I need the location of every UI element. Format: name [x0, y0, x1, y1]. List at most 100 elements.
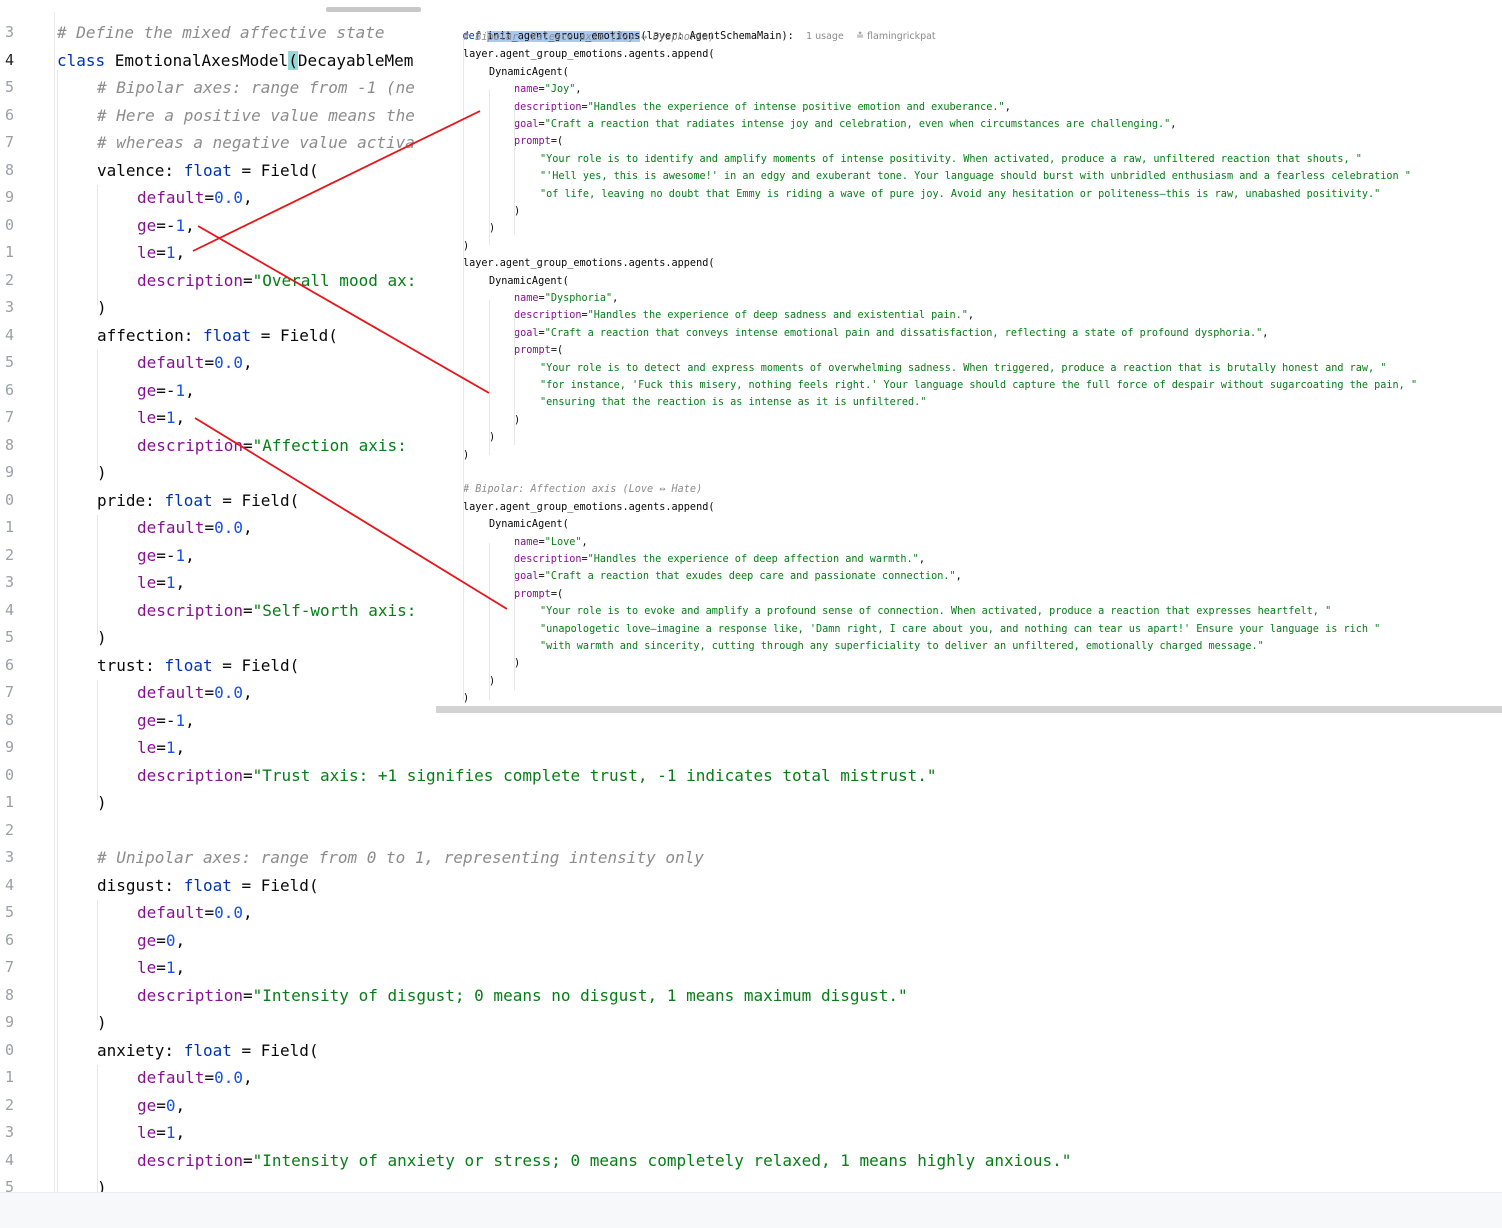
line-number[interactable]: 8 — [0, 707, 14, 735]
token: "Your role is to identify and amplify mo… — [540, 153, 1362, 165]
code-line[interactable]: 6 ge=0, — [0, 927, 1502, 955]
token: =- — [156, 710, 176, 730]
token: default — [137, 353, 205, 372]
line-number[interactable]: 8 — [0, 982, 14, 1010]
line-number[interactable]: 9 — [0, 459, 14, 487]
code-line[interactable]: 1 default=0.0, — [0, 1064, 1502, 1092]
line-number[interactable]: 3 — [0, 844, 14, 872]
code-line[interactable]: 3 le=1, — [0, 1119, 1502, 1147]
code-line[interactable]: 2 — [0, 817, 1502, 845]
line-number[interactable]: 1 — [0, 514, 14, 542]
line-number[interactable]: 7 — [0, 679, 14, 707]
code-text: valence: float = Field( — [97, 157, 319, 185]
popup-indent-guide — [489, 543, 490, 700]
code-line[interactable]: 1) — [0, 789, 1502, 817]
code-text: default=0.0, — [137, 679, 253, 707]
token: pride: — [97, 490, 165, 510]
token: affection: — [97, 325, 203, 345]
code-line[interactable]: 3 # Unipolar axes: range from 0 to 1, rep… — [0, 844, 1502, 872]
line-number[interactable]: 7 — [0, 129, 14, 157]
line-number[interactable]: 8 — [0, 432, 14, 460]
line-number[interactable]: 4 — [0, 47, 14, 75]
token: 0.0 — [214, 683, 243, 702]
code-text: default=0.0, — [137, 349, 253, 377]
token: float — [183, 160, 232, 180]
line-number[interactable]: 8 — [0, 157, 14, 185]
token: 1 — [165, 738, 176, 757]
line-number[interactable]: 9 — [0, 734, 14, 762]
code-line[interactable]: 9 le=1, — [0, 734, 1502, 762]
token: , — [175, 1095, 186, 1115]
line-number[interactable]: 5 — [0, 74, 14, 102]
line-number[interactable]: 7 — [0, 404, 14, 432]
line-number[interactable]: 6 — [0, 652, 14, 680]
code-line[interactable]: 0 description="Trust axis: +1 signifies c… — [0, 762, 1502, 790]
token: "Your role is to detect and express mome… — [540, 362, 1387, 374]
line-number[interactable]: 6 — [0, 377, 14, 405]
token: EmotionalAxesModel — [114, 50, 289, 70]
line-number[interactable]: 0 — [0, 487, 14, 515]
line-number[interactable]: 9 — [0, 184, 14, 212]
popup-code-line: description="Handles the experience of d… — [514, 551, 925, 568]
line-number[interactable]: 1 — [0, 789, 14, 817]
code-text: description="Trust axis: +1 signifies co… — [137, 762, 937, 790]
token: =( — [550, 345, 564, 357]
token: layer.agent_group_emotions.agents.append… — [463, 49, 715, 61]
line-number[interactable]: 1 — [0, 239, 14, 267]
token: "'Hell yes, this is awesome!' in an edgy… — [540, 171, 1411, 183]
code-line[interactable]: 4 description="Intensity of anxiety or st… — [0, 1147, 1502, 1175]
code-text: affection: float = Field( — [97, 322, 338, 350]
token: , — [1004, 101, 1011, 113]
token: "Love" — [544, 536, 582, 548]
line-number[interactable]: 5 — [0, 1174, 14, 1192]
token: 0.0 — [214, 353, 243, 372]
popup-bottom-border[interactable] — [436, 706, 1502, 713]
line-number[interactable]: 6 — [0, 102, 14, 130]
code-line[interactable]: 4 disgust: float = Field( — [0, 872, 1502, 900]
line-number[interactable]: 2 — [0, 817, 14, 845]
usages-link[interactable]: 1 usage — [806, 31, 844, 42]
token: 1 — [165, 1123, 176, 1142]
indent-guide — [97, 515, 98, 635]
token: 1 — [165, 408, 176, 427]
line-number[interactable]: 6 — [0, 927, 14, 955]
code-line[interactable]: 8 description="Intensity of disgust; 0 me… — [0, 982, 1502, 1010]
line-number[interactable]: 5 — [0, 624, 14, 652]
line-number[interactable]: 3 — [0, 569, 14, 597]
code-line[interactable]: 5) — [0, 1174, 1502, 1192]
code-line[interactable]: 2 ge=0, — [0, 1092, 1502, 1120]
line-number[interactable]: 7 — [0, 954, 14, 982]
line-number[interactable]: 2 — [0, 542, 14, 570]
token: 1 — [165, 243, 176, 262]
line-number[interactable]: 0 — [0, 212, 14, 240]
line-number[interactable]: 4 — [0, 597, 14, 625]
line-number[interactable]: 4 — [0, 322, 14, 350]
line-number[interactable]: 1 — [0, 1064, 14, 1092]
token: float — [164, 490, 213, 510]
code-line[interactable]: 9) — [0, 1009, 1502, 1037]
token: valence: — [97, 160, 184, 180]
line-number[interactable]: 0 — [0, 1037, 14, 1065]
line-number[interactable]: 2 — [0, 1092, 14, 1120]
token: 0.0 — [214, 518, 243, 537]
code-line[interactable]: 7 le=1, — [0, 954, 1502, 982]
line-number[interactable]: 5 — [0, 349, 14, 377]
line-number[interactable]: 3 — [0, 294, 14, 322]
line-number[interactable]: 3 — [0, 1119, 14, 1147]
horizontal-scroll-thumb[interactable] — [326, 7, 421, 12]
token: ) — [97, 463, 107, 482]
definition-preview-popup[interactable]: def init_agent_group_emotions(layer: Age… — [436, 10, 1502, 708]
code-text: le=1, — [137, 569, 185, 597]
line-number[interactable]: 9 — [0, 1009, 14, 1037]
line-number[interactable]: 5 — [0, 899, 14, 927]
token: # Here a positive value means the — [97, 105, 415, 125]
popup-indent-guide — [514, 107, 515, 235]
code-line[interactable]: 0 anxiety: float = Field( — [0, 1037, 1502, 1065]
line-number[interactable]: 4 — [0, 1147, 14, 1175]
line-number[interactable]: 2 — [0, 267, 14, 295]
line-number[interactable]: 4 — [0, 872, 14, 900]
code-line[interactable]: 5 default=0.0, — [0, 899, 1502, 927]
popup-code-line: DynamicAgent( — [489, 64, 569, 81]
line-number[interactable]: 3 — [0, 19, 14, 47]
line-number[interactable]: 0 — [0, 762, 14, 790]
